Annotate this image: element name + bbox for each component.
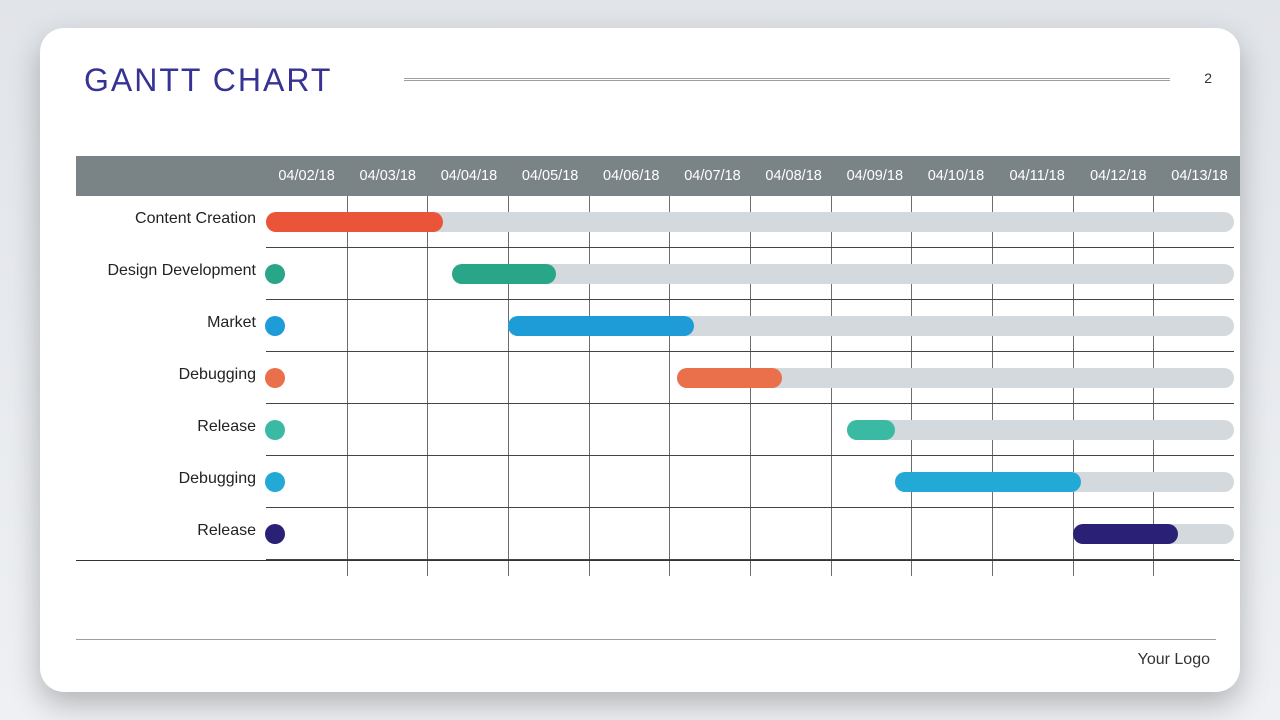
task-dot [265, 420, 285, 440]
task-bar [847, 420, 895, 440]
task-label: Design Development [86, 262, 256, 280]
date-column-header: 04/12/18 [1078, 156, 1159, 196]
date-column-header: 04/08/18 [753, 156, 834, 196]
task-label: Debugging [86, 366, 256, 384]
date-column-header: 04/03/18 [347, 156, 428, 196]
date-column-header: 04/06/18 [591, 156, 672, 196]
footer-logo: Your Logo [1138, 651, 1210, 669]
chart-grid: 04/02/1804/03/1804/04/1804/05/1804/06/18… [266, 156, 1234, 576]
date-column-header: 04/04/18 [428, 156, 509, 196]
task-label: Release [86, 522, 256, 540]
footer-rule [76, 639, 1216, 640]
task-bar [266, 212, 443, 232]
task-label: Content Creation [86, 210, 256, 228]
date-column-header: 04/10/18 [915, 156, 996, 196]
date-column-header: 04/13/18 [1159, 156, 1240, 196]
slide: GANTT CHART 2 Date Content CreationDesig… [40, 28, 1240, 692]
task-bar [677, 368, 782, 388]
date-column-header: 04/05/18 [510, 156, 591, 196]
task-track [847, 420, 1234, 440]
date-column-header: 04/02/18 [266, 156, 347, 196]
date-header-bar: 04/02/1804/03/1804/04/1804/05/1804/06/18… [76, 156, 1240, 196]
task-track [452, 264, 1234, 284]
task-label-column: Date Content CreationDesign DevelopmentM… [76, 156, 266, 576]
task-dot [265, 472, 285, 492]
page-title: GANTT CHART [64, 62, 404, 99]
task-dot [265, 264, 285, 284]
task-label: Debugging [86, 470, 256, 488]
title-rule [404, 78, 1170, 81]
date-column-header: 04/07/18 [672, 156, 753, 196]
page-number: 2 [1170, 70, 1216, 86]
task-bar [452, 264, 557, 284]
gantt-chart: Date Content CreationDesign DevelopmentM… [76, 156, 1240, 576]
task-rows [266, 196, 1234, 576]
task-bar [895, 472, 1081, 492]
date-column-header: 04/09/18 [834, 156, 915, 196]
task-dot [265, 368, 285, 388]
date-column-header: 04/11/18 [997, 156, 1078, 196]
header-spacer [76, 156, 266, 196]
task-bar [508, 316, 694, 336]
task-bar [1073, 524, 1178, 544]
title-row: GANTT CHART 2 [64, 62, 1216, 99]
task-label: Release [86, 418, 256, 436]
task-dot [265, 316, 285, 336]
task-label: Market [86, 314, 256, 332]
chart-baseline [76, 560, 1240, 561]
task-dot [265, 524, 285, 544]
